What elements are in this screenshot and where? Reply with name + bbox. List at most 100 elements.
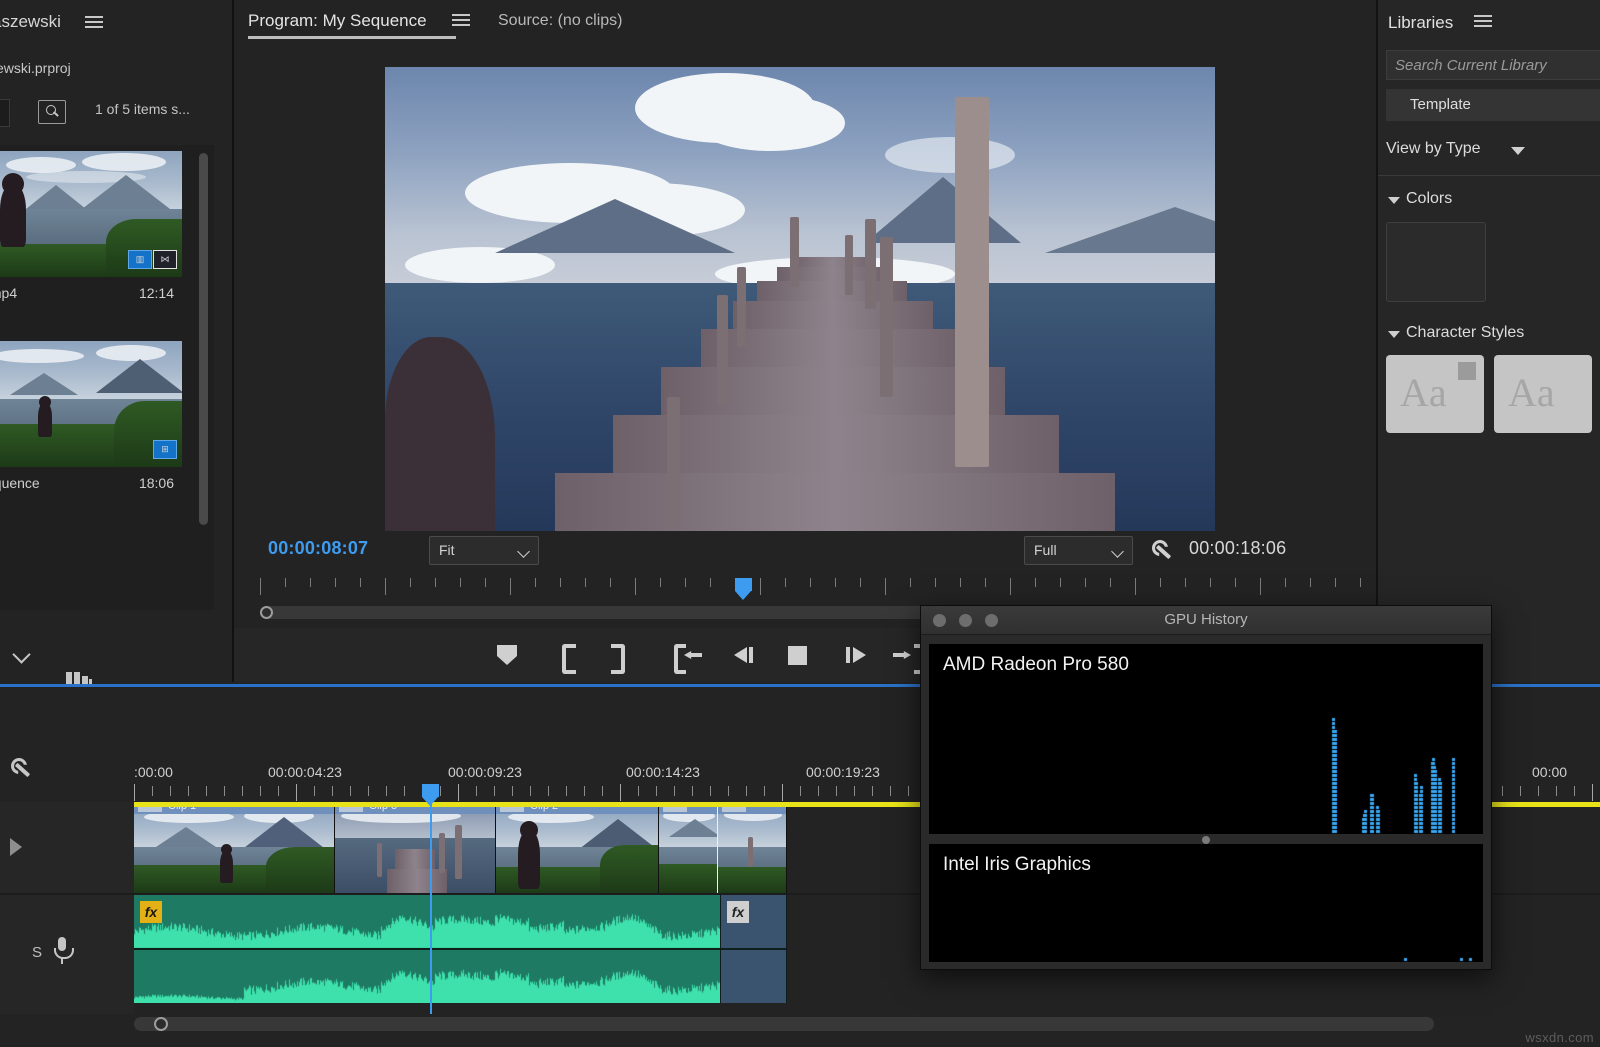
ruler-tick (548, 786, 549, 796)
project-bin-list[interactable]: ▥ ⋈ .mp4 12:14 (0, 145, 214, 610)
bin-item-name: equence (0, 475, 40, 491)
color-swatch[interactable] (1386, 222, 1486, 302)
items-selected-status: 1 of 5 items s... (95, 101, 190, 117)
libraries-panel-menu-icon[interactable] (1474, 15, 1492, 28)
ruler-tick (278, 786, 279, 796)
chevron-down-icon[interactable] (1511, 147, 1525, 155)
audio-clip[interactable]: fx (721, 895, 787, 1003)
ruler-tick (530, 786, 531, 796)
scrub-tick (1335, 578, 1336, 587)
bin-item[interactable]: ▥ ⋈ .mp4 12:14 (0, 151, 182, 313)
timeline-horizontal-scrollbar[interactable] (134, 1017, 1434, 1031)
program-monitor-menu-icon[interactable] (452, 14, 470, 27)
solo-button[interactable]: S (32, 944, 42, 961)
timeline-clip[interactable]: Clip 1 (134, 802, 335, 893)
mark-out-icon[interactable] (599, 640, 633, 670)
view-by-type-dropdown[interactable]: View by Type (1386, 140, 1481, 158)
gpu-graph-label: AMD Radeon Pro 580 (943, 654, 1129, 676)
chevron-down-icon (1111, 545, 1124, 558)
gpu-graph-amd: AMD Radeon Pro 580 (929, 644, 1483, 834)
video-track-header[interactable] (0, 802, 134, 893)
bin-item[interactable]: ⊞ equence 18:06 (0, 341, 182, 503)
character-style-item[interactable]: Aa (1494, 355, 1592, 433)
character-style-corner-chip (1458, 362, 1476, 380)
playback-resolution-value: Full (1034, 542, 1057, 558)
scrub-tick (710, 578, 711, 587)
find-icon[interactable] (38, 100, 66, 124)
timeline-ruler-label: 00:00:09:23 (448, 764, 522, 780)
zoom-level-select[interactable]: Fit (429, 536, 539, 565)
program-monitor-video[interactable] (385, 67, 1215, 531)
monitor-playhead[interactable] (735, 578, 752, 600)
ruler-tick (512, 786, 513, 796)
mark-in-icon[interactable] (550, 640, 584, 670)
waveform-icon: ⋈ (153, 250, 177, 269)
character-style-item[interactable]: Aa (1386, 355, 1484, 433)
scrub-tick (1085, 578, 1086, 587)
tab-source-monitor[interactable]: Source: (no clips) (498, 12, 623, 30)
program-monitor-current-timecode[interactable]: 00:00:08:07 (268, 538, 368, 559)
microphone-icon[interactable] (52, 937, 72, 965)
playback-resolution-select[interactable]: Full (1024, 536, 1133, 565)
chevron-down-icon[interactable] (8, 639, 38, 667)
ruler-tick (368, 786, 369, 796)
timeline-clip[interactable]: Clip 2 (496, 802, 659, 893)
ruler-tick (566, 786, 567, 796)
bin-item-meta: .mp4 12:14 (0, 277, 182, 313)
library-select-value: Template (1410, 96, 1471, 113)
scrub-tick (1310, 578, 1311, 587)
gpu-history-titlebar[interactable]: GPU History (921, 606, 1491, 635)
scrub-tick (1260, 578, 1261, 595)
timeline-clip[interactable] (718, 802, 787, 893)
gpu-graph-splitter[interactable] (929, 834, 1483, 844)
wrench-icon[interactable] (8, 756, 34, 782)
gpu-splitter-handle[interactable] (1202, 836, 1210, 844)
chevron-down-icon (517, 545, 530, 558)
play-stop-icon[interactable] (780, 640, 814, 670)
step-forward-icon[interactable] (837, 640, 871, 670)
scrub-tick (285, 578, 286, 587)
scrub-tick (1160, 578, 1161, 587)
step-back-icon[interactable] (728, 640, 762, 670)
ruler-tick (1520, 786, 1521, 796)
gpu-history-window[interactable]: GPU History AMD Radeon Pro 580 Intel Iri… (920, 605, 1492, 970)
go-to-in-icon[interactable] (671, 640, 705, 670)
triangle-down-icon[interactable] (1388, 331, 1400, 338)
timeline-scroll-knob[interactable] (154, 1017, 168, 1031)
character-style-preview: Aa (1400, 369, 1447, 416)
timeline-clip[interactable] (659, 802, 718, 893)
ruler-tick (152, 786, 153, 796)
add-marker-icon[interactable] (490, 640, 524, 670)
project-panel-header: aszewski (0, 0, 232, 46)
ruler-tick (206, 786, 207, 796)
timeline-ruler-label: :00:00 (134, 764, 173, 780)
audio-clip[interactable]: fx (134, 895, 721, 1003)
ruler-tick (458, 784, 459, 801)
audio-channel-divider (134, 948, 720, 950)
program-monitor-panel: Program: My Sequence Source: (no clips) (234, 0, 1374, 682)
audio-track-header[interactable]: S (0, 895, 134, 1014)
scrub-tick (435, 578, 436, 587)
triangle-down-icon[interactable] (1388, 197, 1400, 204)
library-search-input[interactable]: Search Current Library (1386, 50, 1600, 80)
project-panel-menu-icon[interactable] (85, 16, 103, 29)
ruler-tick (422, 786, 423, 796)
scrub-tick (785, 578, 786, 587)
ruler-tick (782, 784, 783, 801)
triangle-right-icon[interactable] (10, 838, 22, 856)
library-select[interactable]: Template (1386, 89, 1600, 121)
timeline-clip[interactable]: Clip 3 (335, 802, 496, 893)
watermark: wsxdn.com (1525, 1030, 1594, 1045)
library-search-placeholder: Search Current Library (1395, 57, 1547, 74)
libraries-divider (1378, 175, 1600, 176)
wrench-icon[interactable] (1149, 538, 1175, 564)
ruler-tick (404, 786, 405, 796)
ruler-tick (836, 786, 837, 796)
bin-list-scrollbar[interactable] (199, 153, 208, 525)
tab-program-monitor[interactable]: Program: My Sequence (248, 11, 427, 31)
monitor-zoom-knob-left[interactable] (260, 606, 273, 619)
character-style-preview: Aa (1508, 369, 1555, 416)
scrub-tick (935, 578, 936, 587)
scrub-tick (310, 578, 311, 587)
fx-badge: fx (140, 901, 162, 923)
